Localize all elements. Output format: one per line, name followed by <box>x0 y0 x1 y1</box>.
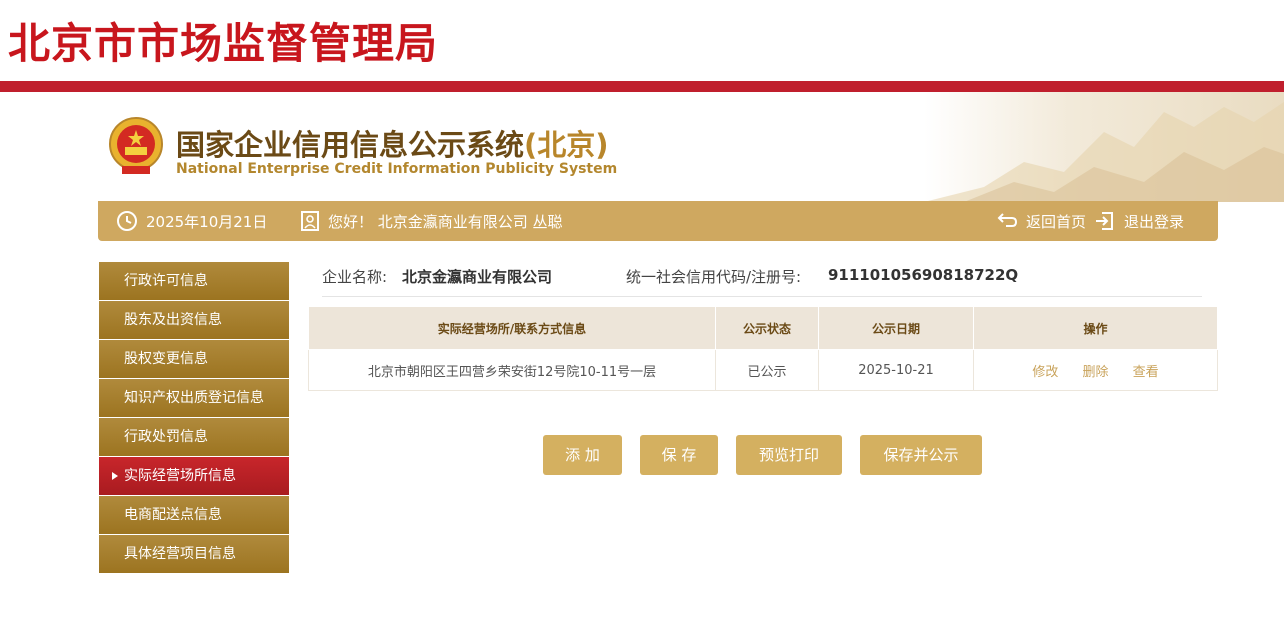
sidebar-item-ecommerce-delivery[interactable]: 电商配送点信息 <box>99 496 289 534</box>
view-link[interactable]: 查看 <box>1133 365 1159 380</box>
national-emblem-icon <box>109 117 163 174</box>
sidebar-item-label: 知识产权出质登记信息 <box>124 390 264 406</box>
bureau-title: 北京市市场监督管理局 <box>8 19 439 68</box>
save-button[interactable]: 保 存 <box>640 435 718 475</box>
date-display: 2025年10月21日 <box>116 201 267 241</box>
logout-link[interactable]: 退出登录 <box>1094 201 1184 241</box>
sidebar-item-label: 行政许可信息 <box>124 273 208 289</box>
date-text: 2025年10月21日 <box>146 212 268 231</box>
edit-link[interactable]: 修改 <box>1032 365 1058 380</box>
system-subtitle: National Enterprise Credit Information P… <box>176 161 618 177</box>
home-link-label: 返回首页 <box>1026 212 1087 231</box>
top-banner: 北京市市场监督管理局 <box>0 0 1284 92</box>
credit-code-label: 统一社会信用代码/注册号: <box>626 268 802 286</box>
company-info: 企业名称: 北京金瀛商业有限公司 统一社会信用代码/注册号: 911101056… <box>322 262 1202 297</box>
home-link[interactable]: 返回首页 <box>996 201 1086 241</box>
user-info-bar: 2025年10月21日 您好！ 北京金瀛商业有限公司 丛聪 返回首页 退出登录 <box>98 201 1218 241</box>
save-and-publish-button[interactable]: 保存并公示 <box>860 435 982 475</box>
column-header: 操作 <box>973 306 1218 350</box>
user-badge-icon <box>301 211 319 231</box>
date-cell: 2025-10-21 <box>818 349 974 391</box>
address-cell: 北京市朝阳区王四营乡荣安街12号院10-11号一层 <box>308 349 716 391</box>
operations-cell: 修改 删除 查看 <box>973 349 1218 391</box>
return-arrow-icon <box>997 213 1018 227</box>
add-button[interactable]: 添 加 <box>543 435 622 475</box>
sidebar-item-label: 股东及出资信息 <box>124 312 222 328</box>
sidebar-item-label: 实际经营场所信息 <box>124 468 236 484</box>
sidebar-item-business-premises[interactable]: 实际经营场所信息 <box>99 457 289 495</box>
greeting-text: 您好！ 北京金瀛商业有限公司 丛聪 <box>328 212 563 231</box>
sidebar-item-admin-license[interactable]: 行政许可信息 <box>99 262 289 300</box>
sidebar-item-equity-change[interactable]: 股权变更信息 <box>99 340 289 378</box>
sidebar-item-shareholders[interactable]: 股东及出资信息 <box>99 301 289 339</box>
table-header-row: 实际经营场所/联系方式信息 公示状态 公示日期 操作 <box>308 306 1218 350</box>
column-header: 公示日期 <box>818 306 974 350</box>
sidebar-item-label: 行政处罚信息 <box>124 429 208 445</box>
red-divider <box>0 81 1284 92</box>
column-header: 公示状态 <box>715 306 819 350</box>
status-cell: 已公示 <box>715 349 819 391</box>
clock-icon <box>117 211 137 231</box>
sidebar-item-business-scope[interactable]: 具体经营项目信息 <box>99 535 289 573</box>
sidebar-item-label: 具体经营项目信息 <box>124 546 236 562</box>
system-title: 国家企业信用信息公示系统(北京) <box>176 122 609 164</box>
sidebar-nav: 行政许可信息 股东及出资信息 股权变更信息 知识产权出质登记信息 行政处罚信息 … <box>99 262 289 574</box>
sidebar-item-label: 股权变更信息 <box>124 351 208 367</box>
premises-table: 实际经营场所/联系方式信息 公示状态 公示日期 操作 北京市朝阳区王四营乡荣安街… <box>308 306 1218 391</box>
logout-link-label: 退出登录 <box>1124 212 1185 231</box>
preview-print-button[interactable]: 预览打印 <box>736 435 842 475</box>
sidebar-item-label: 电商配送点信息 <box>124 507 222 523</box>
company-name-label: 企业名称: <box>322 268 388 286</box>
column-header: 实际经营场所/联系方式信息 <box>308 306 716 350</box>
header-landscape-decoration <box>924 92 1284 202</box>
greeting-display: 您好！ 北京金瀛商业有限公司 丛聪 <box>300 201 563 241</box>
credit-code-value: 91110105690818722Q <box>828 266 1019 284</box>
delete-link[interactable]: 删除 <box>1082 365 1108 380</box>
sidebar-item-ip-pledge[interactable]: 知识产权出质登记信息 <box>99 379 289 417</box>
table-row: 北京市朝阳区王四营乡荣安街12号院10-11号一层 已公示 2025-10-21… <box>308 349 1218 391</box>
logout-icon <box>1096 212 1113 230</box>
sidebar-item-admin-penalty[interactable]: 行政处罚信息 <box>99 418 289 456</box>
active-arrow-icon <box>112 472 118 480</box>
system-title-main: 国家企业信用信息公示系统 <box>176 128 525 162</box>
company-name-value: 北京金瀛商业有限公司 <box>402 268 553 286</box>
system-title-region: (北京) <box>524 128 609 162</box>
